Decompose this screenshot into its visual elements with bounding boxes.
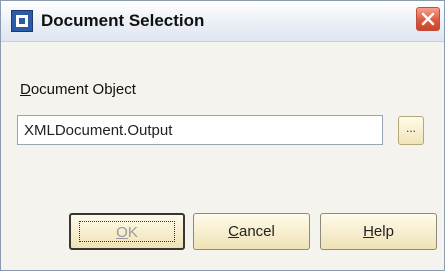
help-button-label: Help — [363, 223, 394, 240]
ok-button-label: OK — [116, 224, 138, 241]
app-window-icon — [11, 10, 33, 32]
document-object-input[interactable] — [17, 115, 383, 145]
browse-button[interactable]: ... — [398, 116, 424, 145]
document-selection-dialog: Document Selection Document Object ... O… — [0, 0, 445, 271]
cancel-button[interactable]: Cancel — [193, 213, 310, 250]
help-button[interactable]: Help — [320, 213, 437, 250]
dialog-title: Document Selection — [41, 11, 205, 30]
close-button[interactable] — [416, 7, 440, 31]
cancel-button-label: Cancel — [228, 223, 275, 240]
document-object-label: Document Object — [20, 81, 136, 98]
ok-button[interactable]: OK — [69, 213, 185, 250]
title-bar[interactable]: Document Selection — [1, 1, 444, 42]
close-icon — [421, 12, 435, 26]
